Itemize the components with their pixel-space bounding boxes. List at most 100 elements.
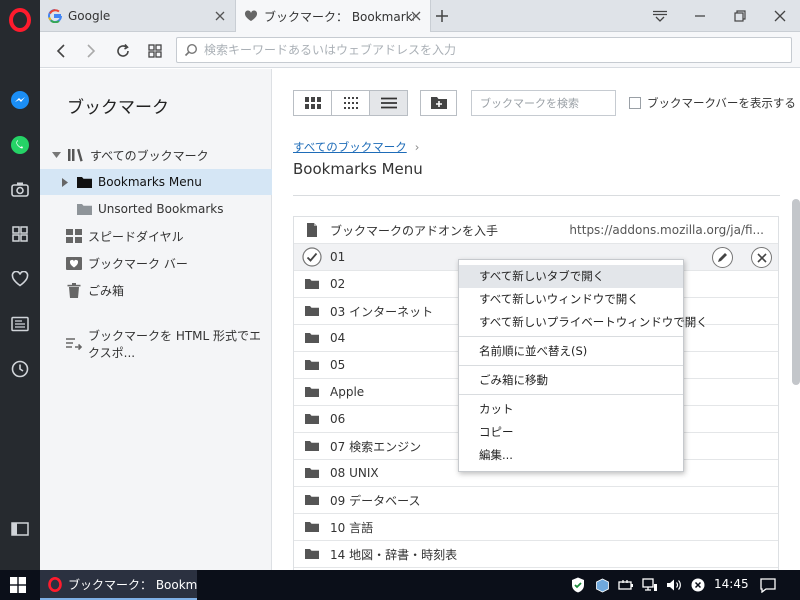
taskbar-app-opera[interactable]: ブックマーク： Bookmar... xyxy=(40,570,197,600)
close-tab-icon[interactable] xyxy=(408,8,424,24)
list-item[interactable]: 14 地図・辞書・時刻表 xyxy=(294,541,778,568)
bookmark-search-input[interactable] xyxy=(471,90,616,116)
minimize-button[interactable] xyxy=(680,0,720,32)
whatsapp-icon[interactable] xyxy=(0,129,40,161)
url-field[interactable] xyxy=(176,37,792,63)
restore-button[interactable] xyxy=(720,0,760,32)
sidebar-toggle-icon[interactable] xyxy=(0,513,40,545)
small-grid-view-button[interactable] xyxy=(331,90,370,116)
close-circle-icon[interactable] xyxy=(690,577,706,593)
menu-item-cut[interactable]: カット xyxy=(459,398,683,421)
delete-icon[interactable] xyxy=(751,247,772,268)
history-icon[interactable] xyxy=(0,353,40,385)
bookmark-name: 04 xyxy=(330,331,346,345)
large-grid-view-button[interactable] xyxy=(293,90,332,116)
checkbox[interactable] xyxy=(629,97,641,109)
checkmark-icon[interactable] xyxy=(294,247,330,267)
menu-item-move-to-trash[interactable]: ごみ箱に移動 xyxy=(459,369,683,392)
context-menu: すべて新しいタブで開く すべて新しいウィンドウで開く すべて新しいプライベートウ… xyxy=(458,259,708,472)
address-bar xyxy=(40,32,800,68)
sidebar-item-all-bookmarks[interactable]: すべてのブックマーク xyxy=(40,142,272,168)
new-tab-button[interactable] xyxy=(432,6,452,26)
folder-icon xyxy=(294,359,330,371)
sidebar-item-bookmarks-menu[interactable]: Bookmarks Menu xyxy=(40,169,272,195)
sidebar-item-trash[interactable]: ごみ箱 xyxy=(40,277,272,303)
back-button[interactable] xyxy=(50,40,72,62)
chevron-down-icon[interactable] xyxy=(51,150,61,160)
menu-item-sort-by-name[interactable]: 名前順に並べ替え(S) xyxy=(459,340,683,363)
menu-separator xyxy=(459,365,683,366)
speed-dial-icon xyxy=(65,228,83,244)
sidebar-title: ブックマーク xyxy=(67,98,169,118)
sidebar-item-label: ブックマークを HTML 形式でエクスポ... xyxy=(88,329,262,360)
sidebar-item-label: Bookmarks Menu xyxy=(98,175,202,189)
camera-icon[interactable] xyxy=(0,173,40,205)
sidebar-item-export-html[interactable]: ブックマークを HTML 形式でエクスポ... xyxy=(40,329,272,360)
sidebar-item-unsorted-bookmarks[interactable]: Unsorted Bookmarks xyxy=(40,196,272,222)
menu-item-open-all-windows[interactable]: すべて新しいウィンドウで開く xyxy=(459,288,683,311)
windows-start-icon[interactable] xyxy=(0,570,36,600)
speed-dial-icon[interactable] xyxy=(0,218,40,250)
messenger-icon[interactable] xyxy=(0,84,40,116)
export-icon xyxy=(65,336,83,352)
folder-icon xyxy=(294,467,330,479)
notifications-icon[interactable] xyxy=(760,577,776,593)
taskbar-clock[interactable]: 14:45 xyxy=(714,577,749,591)
list-item[interactable]: 10 言語 xyxy=(294,514,778,541)
security-shield-icon[interactable] xyxy=(570,577,586,593)
bookmark-name: 08 UNIX xyxy=(330,466,379,480)
sidebar-item-speed-dial[interactable]: スピードダイヤル xyxy=(40,223,272,249)
menu-item-copy[interactable]: コピー xyxy=(459,421,683,444)
reload-button[interactable] xyxy=(112,40,134,62)
list-item[interactable]: 09 データベース xyxy=(294,487,778,514)
page-icon xyxy=(294,223,330,237)
tab-google[interactable]: Google xyxy=(40,0,234,32)
chevron-right-icon[interactable] xyxy=(60,177,70,187)
edit-pencil-icon[interactable] xyxy=(712,247,733,268)
bookmark-name: 07 検索エンジン xyxy=(330,439,422,454)
new-folder-button[interactable] xyxy=(420,90,457,116)
taskbar: ブックマーク： Bookmar... 14:45 xyxy=(0,570,800,600)
bookmark-name: 02 xyxy=(330,277,346,291)
folder-icon xyxy=(294,413,330,425)
heart-icon xyxy=(244,10,258,22)
tabs-overview-button[interactable] xyxy=(144,40,166,62)
folder-icon xyxy=(294,440,330,452)
sidebar-item-bookmarks-bar[interactable]: ブックマーク バー xyxy=(40,250,272,276)
breadcrumb-root-link[interactable]: すべてのブックマーク xyxy=(293,139,407,155)
heart-icon[interactable] xyxy=(0,263,40,295)
url-input[interactable] xyxy=(204,39,791,61)
opera-logo-icon[interactable] xyxy=(0,4,40,36)
close-window-button[interactable] xyxy=(760,0,800,32)
folder-icon xyxy=(75,174,93,190)
tab-menu-icon[interactable] xyxy=(640,0,680,32)
scrollbar[interactable] xyxy=(792,199,800,385)
opera-sidebar-rail xyxy=(0,0,40,570)
list-view-button[interactable] xyxy=(369,90,408,116)
battery-plug-icon[interactable] xyxy=(618,577,634,593)
tab-bookmarks[interactable]: ブックマーク： Bookmarks Menu xyxy=(235,0,431,32)
menu-item-open-all-tabs[interactable]: すべて新しいタブで開く xyxy=(459,265,683,288)
folder-icon xyxy=(294,278,330,290)
show-bookmarks-bar-toggle[interactable]: ブックマークバーを表示する xyxy=(629,95,796,111)
list-item[interactable]: ブックマークのアドオンを入手 https://addons.mozilla.or… xyxy=(294,217,778,244)
bookmark-name: 05 xyxy=(330,358,346,372)
sidebar-item-label: Unsorted Bookmarks xyxy=(98,202,224,216)
forward-button[interactable] xyxy=(80,40,102,62)
tab-title: Google xyxy=(68,9,111,23)
bookmark-name: 01 xyxy=(330,250,346,264)
volume-icon[interactable] xyxy=(666,577,682,593)
library-icon xyxy=(67,147,85,163)
close-tab-icon[interactable] xyxy=(212,8,228,24)
virtualbox-icon[interactable] xyxy=(594,577,610,593)
folder-icon xyxy=(75,201,93,217)
folder-title: Bookmarks Menu xyxy=(293,160,423,178)
network-icon[interactable] xyxy=(642,577,658,593)
bookmark-name: 14 地図・辞書・時刻表 xyxy=(330,547,458,562)
taskbar-app-label: ブックマーク： Bookmar... xyxy=(68,577,197,592)
folder-icon xyxy=(294,494,330,506)
menu-item-edit[interactable]: 編集... xyxy=(459,444,683,467)
menu-item-open-all-private[interactable]: すべて新しいプライベートウィンドウで開く xyxy=(459,311,708,334)
news-icon[interactable] xyxy=(0,308,40,340)
sidebar-item-label: スピードダイヤル xyxy=(88,229,184,244)
